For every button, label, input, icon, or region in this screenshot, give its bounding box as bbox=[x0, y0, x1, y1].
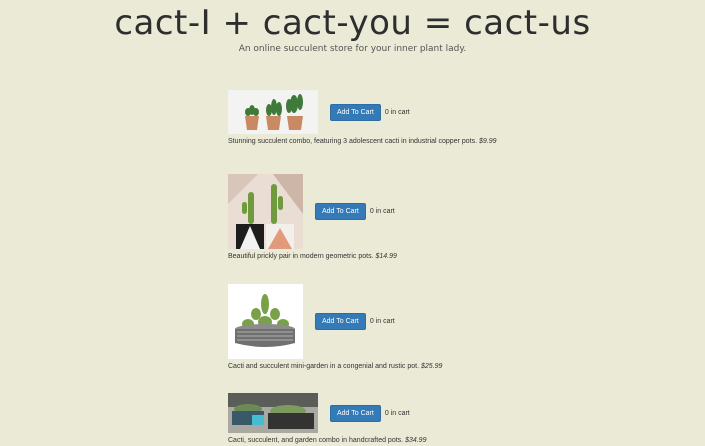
product-item: Add To Cart 0 in cart Beautiful prickly … bbox=[228, 174, 397, 260]
product-description: Cacti and succulent mini-garden in a con… bbox=[228, 363, 443, 370]
product-image bbox=[228, 174, 303, 249]
add-to-cart-button[interactable]: Add To Cart bbox=[315, 203, 366, 220]
site-title: cact-I + cact-you = cact-us bbox=[114, 3, 591, 43]
product-description: Cacti, succulent, and garden combo in ha… bbox=[228, 437, 427, 444]
cart-count: 0 in cart bbox=[384, 409, 410, 417]
product-price: $14.99 bbox=[375, 253, 397, 260]
product-item: Add To Cart 0 in cart Stunning succulent… bbox=[228, 90, 497, 145]
add-to-cart-button[interactable]: Add To Cart bbox=[330, 103, 381, 121]
cart-count: 0 in cart bbox=[384, 108, 410, 116]
site-tagline: An online succulent store for your inner… bbox=[238, 44, 467, 54]
add-to-cart-button[interactable]: Add To Cart bbox=[315, 313, 366, 330]
product-price: $9.99 bbox=[479, 138, 497, 145]
site-header: cact-I + cact-you = cact-us An online su… bbox=[0, 0, 705, 55]
product-item: Add To Cart 0 in cart Cacti and succulen… bbox=[228, 284, 442, 370]
product-price: $25.99 bbox=[421, 363, 443, 370]
product-image bbox=[228, 393, 318, 433]
product-description: Stunning succulent combo, featuring 3 ad… bbox=[228, 138, 497, 145]
add-to-cart-button[interactable]: Add To Cart bbox=[330, 404, 381, 422]
product-image bbox=[228, 90, 318, 134]
product-description: Beautiful prickly pair in modern geometr… bbox=[228, 253, 397, 260]
product-price: $34.99 bbox=[405, 437, 427, 444]
product-image bbox=[228, 284, 303, 359]
product-item: Add To Cart 0 in cart Cacti, succulent, … bbox=[228, 393, 426, 444]
cart-count: 0 in cart bbox=[369, 318, 395, 325]
cart-count: 0 in cart bbox=[369, 208, 395, 215]
